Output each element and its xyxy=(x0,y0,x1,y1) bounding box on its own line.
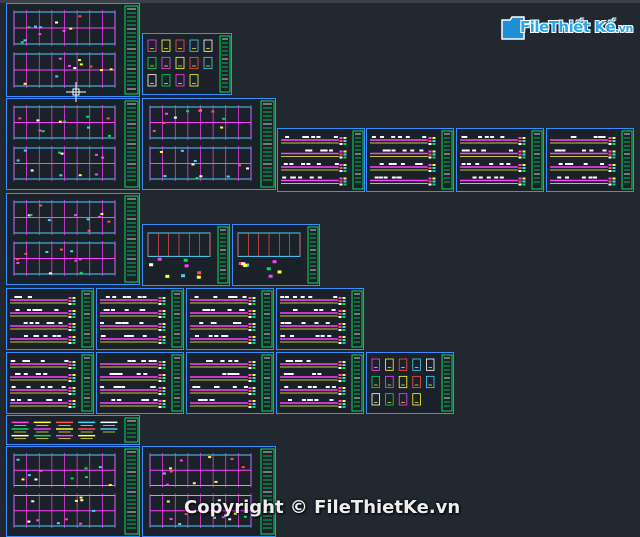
drawing-sheet[interactable] xyxy=(186,288,274,350)
drawing-sheet[interactable] xyxy=(277,128,365,192)
cad-model-space[interactable]: FileThiết Kế.vn Copyright © FileThietKe.… xyxy=(0,0,640,537)
drawing-sheet[interactable] xyxy=(96,288,184,350)
drawing-sheet[interactable] xyxy=(142,446,276,537)
drawing-sheet[interactable] xyxy=(6,288,94,350)
drawing-sheet[interactable] xyxy=(546,128,634,192)
drawing-sheet[interactable] xyxy=(232,224,320,286)
drawing-sheet[interactable] xyxy=(142,33,232,95)
drawing-sheet[interactable] xyxy=(366,352,454,414)
drawing-sheet[interactable] xyxy=(6,3,140,97)
drawing-sheet[interactable] xyxy=(142,224,230,286)
drawing-sheets-layer[interactable] xyxy=(0,0,640,537)
drawing-sheet[interactable] xyxy=(6,193,140,285)
drawing-sheet[interactable] xyxy=(6,415,140,445)
drawing-sheet[interactable] xyxy=(456,128,544,192)
drawing-sheet[interactable] xyxy=(96,352,184,414)
drawing-sheet[interactable] xyxy=(142,98,276,190)
drawing-sheet[interactable] xyxy=(276,288,364,350)
drawing-sheet[interactable] xyxy=(276,352,364,414)
filethietke-logo: FileThiết Kế.vn xyxy=(500,14,633,44)
drawing-sheet[interactable] xyxy=(6,98,140,190)
drawing-sheet[interactable] xyxy=(6,352,94,414)
drawing-sheet[interactable] xyxy=(186,352,274,414)
logo-text: FileThiết Kế.vn xyxy=(520,18,633,36)
copyright-watermark: Copyright © FileThietKe.vn xyxy=(184,497,461,518)
drawing-sheet[interactable] xyxy=(6,446,140,537)
drawing-sheet[interactable] xyxy=(366,128,454,192)
